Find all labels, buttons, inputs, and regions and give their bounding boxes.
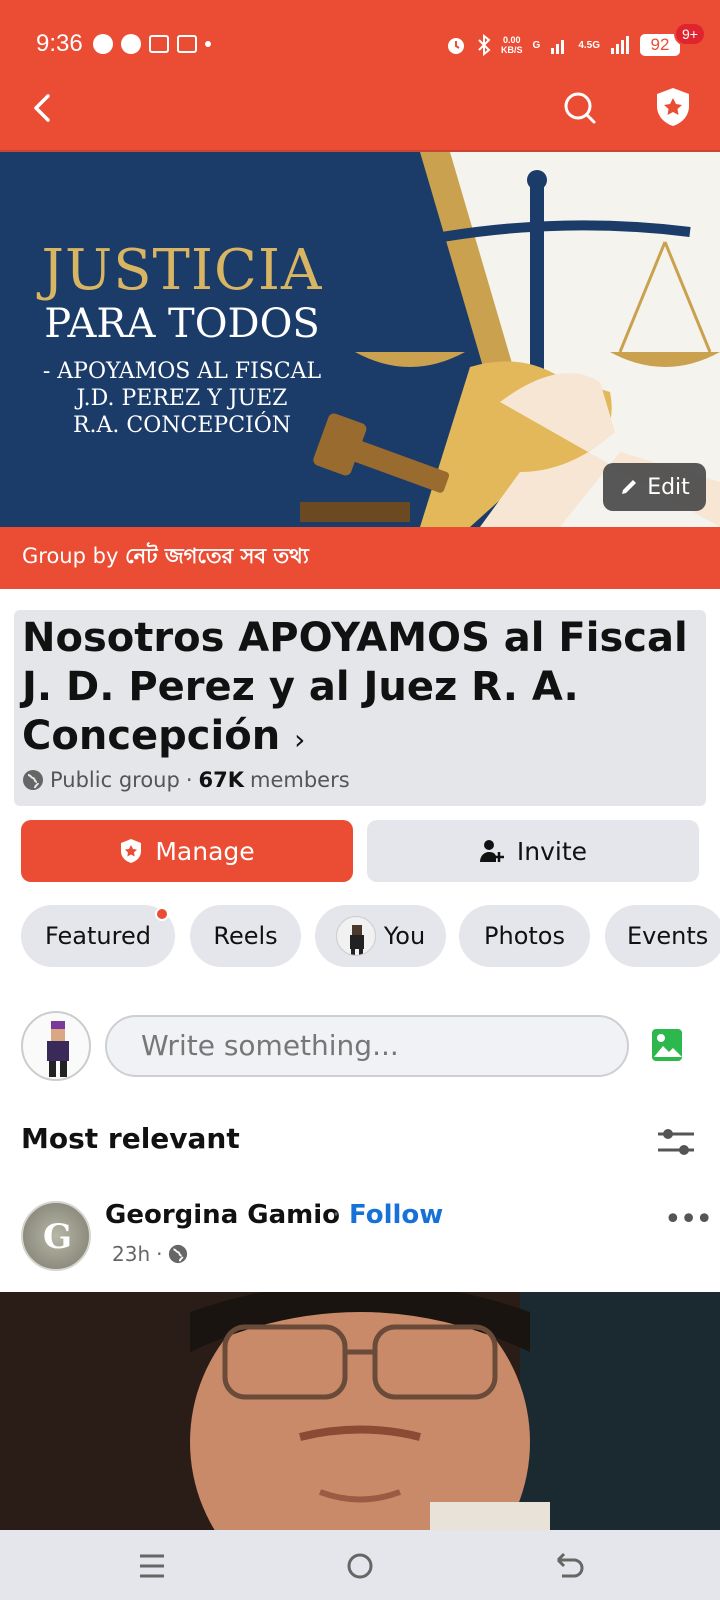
back-icon[interactable] xyxy=(548,1550,588,1582)
more-notifications-icon xyxy=(205,41,211,47)
avatar[interactable]: G xyxy=(21,1201,91,1271)
edit-cover-button[interactable]: Edit xyxy=(603,463,706,511)
avatar-letter: G xyxy=(43,1217,73,1257)
group-title[interactable]: Nosotros APOYAMOS al Fiscal J. D. Perez … xyxy=(22,614,702,764)
follow-button[interactable]: Follow xyxy=(349,1200,443,1230)
group-meta: Public group · 67K members xyxy=(22,768,350,792)
app-notification-icon xyxy=(93,34,113,54)
tab-label: You xyxy=(383,922,426,950)
post-time[interactable]: 23h xyxy=(112,1242,150,1266)
status-system-icons: 0.00 KB/S G 4.5G 92 xyxy=(445,34,680,56)
edit-cover-label: Edit xyxy=(647,474,690,500)
manage-button[interactable]: Manage xyxy=(21,820,353,882)
shield-star-icon[interactable] xyxy=(650,84,696,130)
avatar xyxy=(335,916,376,956)
group-by-prefix: Group by xyxy=(22,544,119,568)
system-nav-bar xyxy=(0,1530,720,1600)
menu-icon[interactable] xyxy=(132,1550,172,1582)
group-header[interactable]: Nosotros APOYAMOS al Fiscal J. D. Perez … xyxy=(14,610,706,806)
group-owner-bar[interactable]: Group by নেট জগতের সব তথ্য xyxy=(0,527,720,589)
app-notification-icon xyxy=(149,35,169,53)
signal-icon xyxy=(611,36,629,54)
tab-photos[interactable]: Photos xyxy=(459,905,590,967)
shield-star-icon xyxy=(121,839,142,863)
tab-you[interactable]: You xyxy=(315,905,446,967)
globe-icon xyxy=(23,770,43,790)
tab-reels[interactable]: Reels xyxy=(190,905,301,967)
cover-caption-line: J.D. PEREZ Y JUEZ xyxy=(76,386,288,411)
feed-sort-label[interactable]: Most relevant xyxy=(21,1122,240,1155)
post-meta: 23h · xyxy=(112,1242,188,1266)
search-icon[interactable] xyxy=(560,88,600,128)
tab-label: Events xyxy=(627,922,709,950)
globe-icon xyxy=(169,1244,188,1264)
status-notification-icons xyxy=(93,34,211,54)
tab-events[interactable]: Events xyxy=(605,905,720,967)
network-speed: 0.00 KB/S xyxy=(501,35,523,55)
member-count: 67K xyxy=(198,768,245,792)
group-owner-name: নেট জগতের সব তথ্য xyxy=(125,544,309,568)
notification-badge[interactable]: 9+ xyxy=(674,22,706,46)
invite-button[interactable]: Invite xyxy=(367,820,699,882)
photo-icon[interactable] xyxy=(650,1027,684,1063)
chevron-right-icon: › xyxy=(294,723,306,756)
members-label: members xyxy=(250,768,350,792)
cover-text: JUSTICIA PARA TODOS - APOYAMOS AL FISCAL… xyxy=(22,242,342,439)
app-bar xyxy=(0,62,720,152)
more-options-icon[interactable]: ••• xyxy=(664,1202,713,1237)
sliders-icon[interactable] xyxy=(656,1124,696,1160)
back-arrow-icon[interactable] xyxy=(24,88,64,128)
cover-subheadline: PARA TODOS xyxy=(44,301,320,347)
new-indicator-dot xyxy=(155,907,169,921)
invite-label: Invite xyxy=(516,836,588,866)
cover-headline: JUSTICIA xyxy=(41,238,323,303)
tab-label: Featured xyxy=(45,922,151,950)
home-icon[interactable] xyxy=(340,1550,380,1582)
avatar[interactable] xyxy=(21,1011,91,1081)
network-45g-label: 4.5G xyxy=(578,39,600,51)
cover-caption-line: R.A. CONCEPCIÓN xyxy=(72,413,292,438)
post-author[interactable]: Georgina Gamio xyxy=(105,1200,340,1230)
time-separator: · xyxy=(156,1242,163,1266)
status-time: 9:36 xyxy=(36,30,83,57)
cover-caption-line: - APOYAMOS AL FISCAL xyxy=(42,359,322,384)
manage-label: Manage xyxy=(155,836,255,866)
post-image[interactable] xyxy=(0,1292,720,1530)
alarm-icon xyxy=(448,38,465,54)
pencil-icon xyxy=(622,480,637,494)
tab-featured[interactable]: Featured xyxy=(21,905,175,967)
add-person-icon xyxy=(479,840,504,862)
write-post-input[interactable]: Write something... xyxy=(105,1015,629,1077)
gmail-icon xyxy=(177,35,197,53)
network-g-label: G xyxy=(532,39,541,51)
signal-icon xyxy=(551,40,565,54)
author-separator: · xyxy=(332,1200,341,1230)
meta-separator: · xyxy=(185,768,193,792)
messenger-icon xyxy=(121,34,141,54)
tab-label: Photos xyxy=(484,922,565,950)
group-privacy: Public group xyxy=(50,768,180,792)
group-title-text: Nosotros APOYAMOS al Fiscal J. D. Perez … xyxy=(22,615,688,759)
tab-label: Reels xyxy=(213,922,278,950)
bluetooth-icon xyxy=(478,34,491,56)
